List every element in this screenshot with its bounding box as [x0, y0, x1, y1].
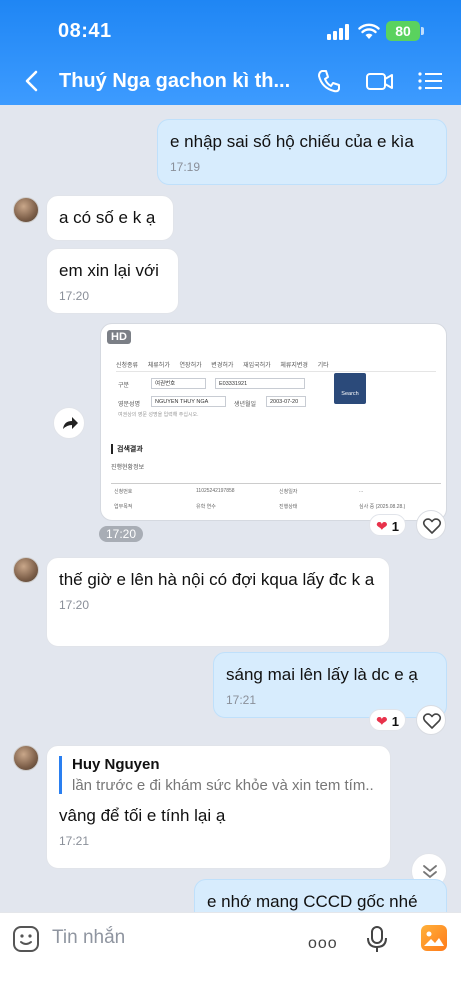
- message-bubble-outgoing[interactable]: e nhập sai số hộ chiếu của e kìa 17:19: [157, 119, 447, 185]
- doc-passport-field: E03331921: [215, 378, 305, 389]
- message-composer: Tin nhắn ooo: [0, 912, 461, 1000]
- like-button[interactable]: [416, 705, 446, 735]
- phone-call-icon[interactable]: [314, 66, 344, 96]
- doc-option: 재입국허가: [243, 363, 271, 369]
- sticker-emoji-icon[interactable]: [12, 925, 40, 953]
- doc-option: 체류허가: [147, 363, 170, 369]
- doc-option: 기타: [317, 363, 329, 369]
- microphone-icon[interactable]: [366, 925, 388, 953]
- conversation-title[interactable]: Thuý Nga gachon kì th...: [59, 70, 299, 93]
- quoted-text: lần trước e đi khám sức khỏe và xin tem …: [72, 777, 375, 794]
- doc-cell: 신청일자: [279, 489, 298, 495]
- doc-birth-field: 2003-07-20: [266, 396, 306, 407]
- message-input[interactable]: Tin nhắn: [52, 927, 125, 949]
- doc-cell: 업무목적: [114, 504, 133, 510]
- message-text: sáng mai lên lấy là dc e ạ: [226, 665, 418, 684]
- message-bubble-incoming[interactable]: em xin lại với 17:20: [46, 248, 179, 314]
- message-time: 17:19: [170, 160, 201, 174]
- doc-search-button: Search: [334, 373, 366, 404]
- message-time: 17:20: [59, 289, 90, 303]
- doc-option: 연장허가: [179, 363, 202, 369]
- message-bubble-incoming[interactable]: Huy Nguyen lần trước e đi khám sức khỏe …: [46, 745, 391, 869]
- doc-name-field: NGUYEN THUY NGA: [151, 396, 226, 407]
- message-bubble-incoming[interactable]: a có số e k ạ: [46, 195, 174, 241]
- message-bubble-outgoing[interactable]: e nhớ mang CCCD gốc nhé: [194, 879, 447, 912]
- forward-button[interactable]: [53, 407, 85, 439]
- menu-list-icon[interactable]: [416, 66, 446, 96]
- screenshot-image: 신청종류 체류허가 연장허가 변경허가 재입국허가 체류지변경 기타 구분 여권…: [108, 344, 442, 514]
- forward-arrow-icon: [63, 417, 78, 429]
- doc-note: 여권상의 영문 성명을 입력해 주십시오.: [118, 412, 199, 418]
- like-button[interactable]: [416, 510, 446, 540]
- doc-result-table: 신청번호 11025242197858 신청일자 ... 업무목적 유학 연수 …: [111, 483, 441, 513]
- status-time: 08:41: [58, 20, 112, 42]
- quoted-author: Huy Nguyen: [72, 756, 160, 773]
- image-gallery-icon[interactable]: [421, 925, 447, 951]
- doc-result-sub: 진행현황정보: [111, 465, 145, 471]
- doc-cell: 유학 연수: [196, 504, 216, 510]
- back-arrow-icon[interactable]: [18, 66, 48, 96]
- message-text: thế giờ e lên hà nội có đợi kqua lấy đc …: [59, 570, 375, 589]
- doc-result-title: 검색결과: [111, 444, 143, 454]
- heart-icon: ❤: [376, 713, 388, 729]
- heart-outline-icon: [422, 518, 442, 534]
- avatar[interactable]: [13, 197, 39, 223]
- doc-option: 변경허가: [211, 363, 234, 369]
- message-bubble-incoming[interactable]: thế giờ e lên hà nội có đợi kqua lấy đc …: [46, 557, 390, 647]
- message-text: e nhớ mang CCCD gốc nhé: [207, 892, 418, 911]
- application-type-row: 신청종류 체류허가 연장허가 변경허가 재입국허가 체류지변경 기타: [116, 360, 436, 372]
- more-options-button[interactable]: ooo: [308, 935, 338, 953]
- battery-indicator: 80: [386, 21, 420, 41]
- message-time: 17:21: [59, 834, 90, 848]
- message-text: e nhập sai số hộ chiếu của e kìa: [170, 132, 414, 151]
- quoted-reply[interactable]: Huy Nguyen lần trước e đi khám sức khỏe …: [59, 756, 378, 794]
- doc-cell: ...: [359, 488, 364, 494]
- signal-icon: [327, 24, 351, 40]
- nav-bar: Thuý Nga gachon kì th...: [0, 60, 461, 104]
- avatar[interactable]: [13, 557, 39, 583]
- reaction-count: 1: [391, 714, 399, 729]
- doc-cell: 11025242197858: [196, 488, 235, 494]
- message-time: 17:20: [59, 598, 90, 612]
- image-time: 17:20: [99, 526, 144, 542]
- message-text: vâng để tối e tính lại ạ: [59, 806, 226, 825]
- doc-cell: 진행상태: [279, 504, 298, 510]
- doc-label: 신청종류: [116, 363, 139, 369]
- status-bar: 08:41 80: [0, 0, 461, 58]
- doc-option: 체류지변경: [280, 363, 308, 369]
- message-list[interactable]: e nhập sai số hộ chiếu của e kìa 17:19 a…: [0, 105, 461, 912]
- heart-outline-icon: [422, 713, 442, 729]
- doc-cell: 신청번호: [114, 489, 133, 495]
- reaction-count: 1: [391, 519, 399, 534]
- doc-label: 생년월일: [234, 402, 257, 408]
- wifi-icon: [358, 23, 380, 39]
- heart-icon: ❤: [376, 518, 388, 534]
- doc-kind-field: 여권번호: [151, 378, 206, 389]
- message-bubble-outgoing[interactable]: sáng mai lên lấy là dc e ạ 17:21: [213, 652, 447, 718]
- video-call-icon[interactable]: [365, 66, 395, 96]
- chat-header: 08:41 80 Thuý Nga gachon kì th...: [0, 0, 461, 105]
- reaction-badge[interactable]: ❤ 1: [369, 514, 406, 536]
- image-message[interactable]: HD 신청종류 체류허가 연장허가 변경허가 재입국허가 체류지변경 기타 구분…: [100, 323, 447, 521]
- doc-label: 구분: [118, 383, 130, 389]
- message-time: 17:21: [226, 693, 257, 707]
- battery-tip: [421, 27, 424, 35]
- hd-badge: HD: [107, 330, 131, 344]
- message-text: em xin lại với: [59, 261, 159, 280]
- doc-label: 영문성명: [118, 402, 141, 408]
- message-text: a có số e k ạ: [59, 208, 156, 227]
- avatar[interactable]: [13, 745, 39, 771]
- reaction-badge[interactable]: ❤ 1: [369, 709, 406, 731]
- doc-cell: 심사 중 (2025.08.28.): [359, 504, 406, 510]
